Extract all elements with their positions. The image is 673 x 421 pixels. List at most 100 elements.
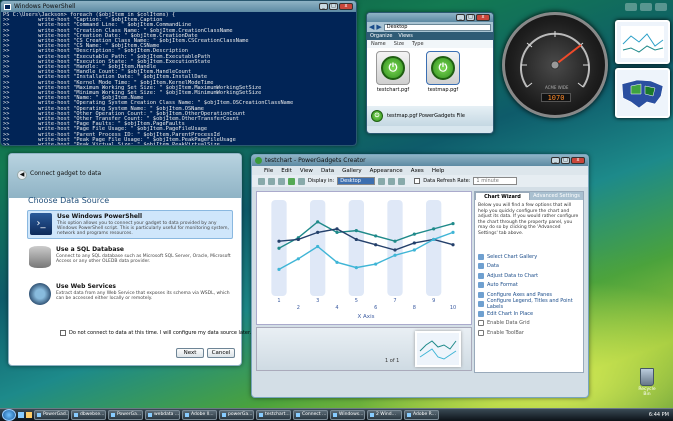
address-bar[interactable]: ◀ ▶ Desktop (367, 22, 493, 32)
powershell-window[interactable]: Windows PowerShell _ □ x PS C:\Users\Jac… (0, 0, 357, 146)
console-output[interactable]: PS C:\Users\Jackson> foreach ($objItem i… (1, 12, 356, 145)
column-size[interactable]: Size (394, 41, 404, 47)
wizard-link[interactable]: Configure Legend, Titles and Point Label… (475, 298, 583, 310)
menu-axes[interactable]: Axes (411, 168, 424, 174)
taskbar-button[interactable]: Windows... (330, 410, 365, 420)
minimize-button[interactable]: _ (319, 3, 328, 10)
data-point[interactable] (354, 266, 358, 270)
powergadgets-creator-window[interactable]: testchart - PowerGadgets Creator _ □ x F… (251, 154, 589, 398)
views-button[interactable]: Views (398, 33, 412, 39)
menu-view[interactable]: View (300, 168, 313, 174)
settings-icon[interactable] (398, 177, 406, 185)
taskbar-button[interactable]: dbwebse... (71, 410, 106, 420)
taskbar-button[interactable]: Adobe R... (404, 410, 439, 420)
data-point[interactable] (374, 243, 378, 247)
refresh-checkbox[interactable] (414, 178, 421, 184)
organize-button[interactable]: Organize (370, 33, 392, 39)
tab-advanced-settings[interactable]: Advanced Settings (530, 192, 583, 200)
data-point[interactable] (335, 230, 339, 234)
connect-later-checkbox[interactable]: Do not connect to data at this time. I w… (60, 330, 251, 336)
menu-edit[interactable]: Edit (281, 168, 292, 174)
data-point[interactable] (335, 260, 339, 264)
gauge-gadget[interactable]: ACME WIDE 1070 (502, 12, 608, 118)
data-point[interactable] (374, 234, 378, 238)
wizard-checkbox[interactable]: Enable ToolBar (475, 328, 583, 338)
option-powershell[interactable]: ›_ Use Windows PowerShell This option all… (27, 210, 233, 239)
properties-icon[interactable] (298, 177, 305, 185)
map-gadget[interactable] (615, 68, 670, 118)
taskbar-button[interactable]: testchart... (256, 410, 291, 420)
cancel-button[interactable]: Cancel (207, 348, 235, 358)
data-point[interactable] (316, 220, 320, 224)
data-point[interactable] (412, 248, 416, 252)
next-button[interactable]: Next (176, 348, 204, 358)
data-point[interactable] (412, 241, 416, 245)
data-point[interactable] (316, 244, 320, 249)
display-in-select[interactable]: Desktop (337, 177, 376, 185)
taskbar-button[interactable]: PowerGad... (34, 410, 69, 420)
data-point[interactable] (335, 227, 339, 231)
recycle-bin[interactable]: Recycle Bin (636, 368, 658, 397)
quick-launch-icon[interactable] (18, 412, 24, 418)
taskbar-button[interactable]: powerGa... (219, 410, 254, 420)
new-icon[interactable] (258, 177, 265, 185)
menu-help[interactable]: Help (432, 168, 445, 174)
checkbox-box[interactable] (60, 330, 66, 336)
maximize-button[interactable]: □ (329, 3, 338, 10)
refresh-rate-select[interactable]: 1 minute (473, 177, 518, 185)
data-point[interactable] (451, 230, 455, 234)
minimize-button[interactable]: _ (456, 14, 465, 21)
wizard-checkbox[interactable]: Enable Data Grid (475, 319, 583, 329)
refresh-icon[interactable] (388, 177, 396, 185)
chart-canvas[interactable]: 1 2 3 4 5 6 7 8 9 10 X Axis (256, 191, 472, 325)
data-point[interactable] (451, 222, 455, 226)
taskbar-button[interactable]: Connect ... (293, 410, 328, 420)
connect-titlebar[interactable]: ◀ Connect gadget to data (9, 154, 241, 198)
file-item[interactable]: ⏻ testmap.pgf (423, 51, 463, 103)
menu-data[interactable]: Data (321, 168, 334, 174)
option-sql-database[interactable]: Use a SQL Database Connect to any SQL dat… (29, 246, 235, 268)
checkbox-box[interactable] (478, 320, 484, 327)
layout-icon[interactable] (378, 177, 386, 185)
taskbar-button[interactable]: 2 Wind... (367, 410, 402, 420)
quick-launch-icon[interactable] (26, 412, 32, 418)
minimize-button[interactable]: _ (551, 157, 560, 164)
maximize-button[interactable]: □ (466, 14, 475, 21)
open-icon[interactable] (268, 177, 275, 185)
column-type[interactable]: Type (412, 41, 423, 47)
address-field[interactable]: Desktop (383, 23, 491, 31)
menu-appearance[interactable]: Appearance (370, 168, 403, 174)
maximize-button[interactable]: □ (561, 157, 570, 164)
back-arrow-icon[interactable]: ◀ (369, 23, 374, 31)
close-button[interactable]: x (339, 3, 353, 10)
back-button[interactable]: ◀ (17, 170, 27, 180)
data-point[interactable] (277, 267, 281, 271)
wizard-link[interactable]: Edit Chart In Place (475, 309, 583, 319)
start-button[interactable] (2, 409, 16, 421)
tab-chart-wizard[interactable]: Chart Wizard (475, 192, 530, 200)
file-item[interactable]: ⏻ testchart.pgf (373, 51, 413, 103)
explorer-titlebar[interactable]: _ □ x (367, 13, 493, 22)
data-point[interactable] (451, 243, 455, 247)
data-point[interactable] (393, 253, 397, 257)
option-web-services[interactable]: Use Web Services Extract data from any We… (29, 283, 235, 305)
save-icon[interactable] (278, 177, 285, 185)
data-point[interactable] (412, 232, 416, 236)
sidebar-controls[interactable] (625, 3, 667, 11)
clock[interactable]: 6:44 PM (649, 412, 669, 418)
menu-file[interactable]: File (264, 168, 273, 174)
menu-gallery[interactable]: Gallery (342, 168, 362, 174)
checkbox-box[interactable] (478, 329, 484, 336)
data-point[interactable] (296, 237, 300, 242)
taskbar-button[interactable]: Adobe Il... (182, 410, 217, 420)
forward-arrow-icon[interactable]: ▶ (376, 23, 381, 31)
add-icon[interactable] (288, 177, 295, 185)
data-point[interactable] (393, 239, 397, 243)
close-button[interactable]: x (476, 14, 490, 21)
data-point[interactable] (277, 239, 281, 243)
data-point[interactable] (432, 237, 436, 242)
gadget-thumbnail[interactable] (415, 331, 461, 367)
explorer-window[interactable]: _ □ x ◀ ▶ Desktop Organize Views Name Si… (366, 12, 494, 134)
data-point[interactable] (393, 248, 397, 252)
wizard-link[interactable]: Adjust Data to Chart (475, 271, 583, 281)
